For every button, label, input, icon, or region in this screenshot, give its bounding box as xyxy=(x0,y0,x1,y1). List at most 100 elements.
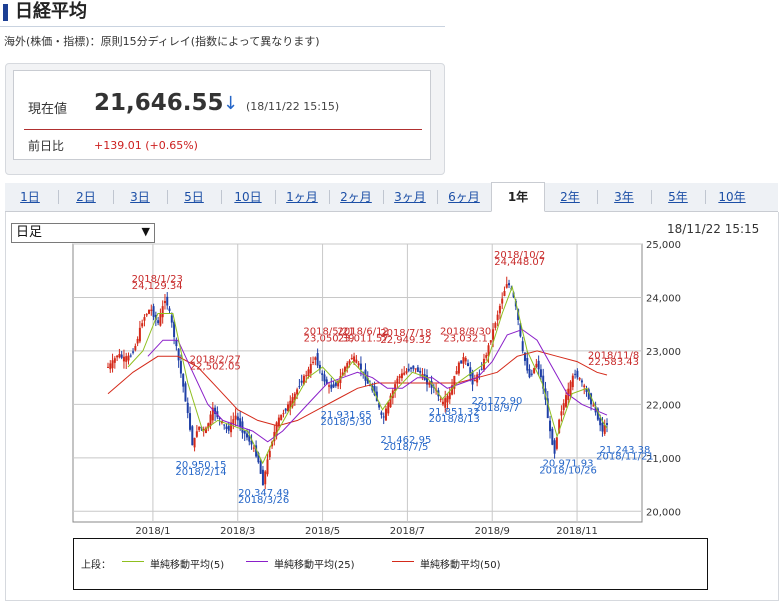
candle-body xyxy=(526,358,529,371)
candle-body xyxy=(355,359,358,363)
candle-body xyxy=(398,375,401,379)
candle-body xyxy=(592,405,595,407)
candle-body xyxy=(467,363,470,367)
candle-body xyxy=(551,428,554,445)
candle-body xyxy=(537,360,540,370)
candle-body xyxy=(576,370,579,378)
x-tick-label: 2018/11 xyxy=(556,526,598,536)
candle-body xyxy=(400,373,403,379)
legend-prefix: 上段： xyxy=(81,560,111,571)
current-price: 21,646.55 xyxy=(94,90,224,116)
candle-body xyxy=(184,383,187,402)
candle-body xyxy=(227,425,230,431)
candle-body xyxy=(150,309,153,311)
candle-body xyxy=(245,433,248,438)
chart-annotation: 22,949.32 xyxy=(380,335,431,346)
candle-body xyxy=(116,355,119,358)
prev-change-label: 前日比 xyxy=(28,139,65,153)
candle-body xyxy=(446,395,449,403)
candle-body xyxy=(177,348,180,361)
candle-body xyxy=(120,354,123,358)
candle-body xyxy=(234,415,237,420)
quote-inner: 現在値 21,646.55 ↓ (18/11/22 15:15) 前日比 +13… xyxy=(13,70,431,160)
candle-body xyxy=(170,315,173,323)
candle-body xyxy=(606,423,608,425)
candle-body xyxy=(259,461,262,474)
tab-1m[interactable]: 1ヶ月 xyxy=(277,183,327,211)
page-header: 日経平均 xyxy=(0,0,445,27)
candle-body xyxy=(384,408,387,421)
candle-body xyxy=(209,414,212,427)
candle-body xyxy=(328,385,331,387)
tab-1d[interactable]: 1日 xyxy=(5,183,55,211)
candle-body xyxy=(448,392,451,400)
candle-body xyxy=(359,363,362,370)
tab-6m[interactable]: 6ヶ月 xyxy=(439,183,489,211)
candle-body xyxy=(145,314,148,316)
chart-annotation: 24,129.34 xyxy=(132,281,183,292)
down-arrow-icon: ↓ xyxy=(223,93,239,114)
candle-body xyxy=(562,403,565,411)
candle-body xyxy=(223,424,226,426)
tab-5y[interactable]: 5年 xyxy=(653,183,703,211)
candle-body xyxy=(530,373,533,375)
candle-body xyxy=(583,385,586,388)
candle-body xyxy=(564,395,567,407)
candle-body xyxy=(410,367,413,369)
candle-body xyxy=(457,362,460,374)
candle-body xyxy=(129,355,132,357)
candle-body xyxy=(480,368,483,370)
candle-body xyxy=(268,450,271,458)
candle-body xyxy=(143,317,146,321)
candle-body xyxy=(225,426,228,430)
y-tick-label: 24,000 xyxy=(646,293,681,304)
candle-body xyxy=(280,414,283,421)
candle-body xyxy=(159,314,162,326)
candle-body xyxy=(243,430,246,434)
candle-body xyxy=(464,358,467,362)
candle-body xyxy=(555,437,558,449)
candle-body xyxy=(380,412,383,415)
candle-body xyxy=(161,306,164,318)
candle-body xyxy=(353,356,356,362)
candle-body xyxy=(284,408,287,411)
candle-body xyxy=(489,340,492,343)
tab-3y[interactable]: 3年 xyxy=(599,183,649,211)
candle-body xyxy=(580,380,583,383)
y-tick-label: 20,000 xyxy=(646,507,681,518)
candle-body xyxy=(412,365,415,369)
chart-annotation: 22,583.43 xyxy=(588,357,639,368)
candle-body xyxy=(198,426,201,430)
tab-10y[interactable]: 10年 xyxy=(707,183,757,211)
tab-2d[interactable]: 2日 xyxy=(61,183,111,211)
tab-5d[interactable]: 5日 xyxy=(169,183,219,211)
candle-body xyxy=(535,363,538,367)
candle-body xyxy=(501,298,504,304)
candle-body xyxy=(321,373,324,375)
candle-body xyxy=(122,356,125,362)
candle-body xyxy=(357,363,360,366)
x-tick-label: 2018/5 xyxy=(305,526,340,536)
candle-body xyxy=(332,384,335,388)
tab-1y[interactable]: 1年 xyxy=(491,182,545,212)
candle-body xyxy=(175,340,178,347)
tab-10d[interactable]: 10日 xyxy=(223,183,273,211)
candle-body xyxy=(132,351,135,353)
tab-2m[interactable]: 2ヶ月 xyxy=(331,183,381,211)
chart-annotation: 2018/7/5 xyxy=(383,442,428,453)
tab-3d[interactable]: 3日 xyxy=(115,183,165,211)
candle-body xyxy=(553,440,556,454)
candle-body xyxy=(236,416,239,421)
candle-body xyxy=(469,367,472,377)
candle-body xyxy=(113,358,116,363)
tab-3m[interactable]: 3ヶ月 xyxy=(385,183,435,211)
legend-label-ma25: 単純移動平均(25) xyxy=(274,560,355,571)
tab-2y[interactable]: 2年 xyxy=(545,183,595,211)
candle-body xyxy=(455,370,458,375)
candle-body xyxy=(195,431,198,437)
candle-body xyxy=(405,371,408,373)
candle-body xyxy=(403,372,406,375)
tab-separator xyxy=(597,190,598,204)
candle-body xyxy=(111,360,114,369)
tab-separator xyxy=(275,190,276,204)
